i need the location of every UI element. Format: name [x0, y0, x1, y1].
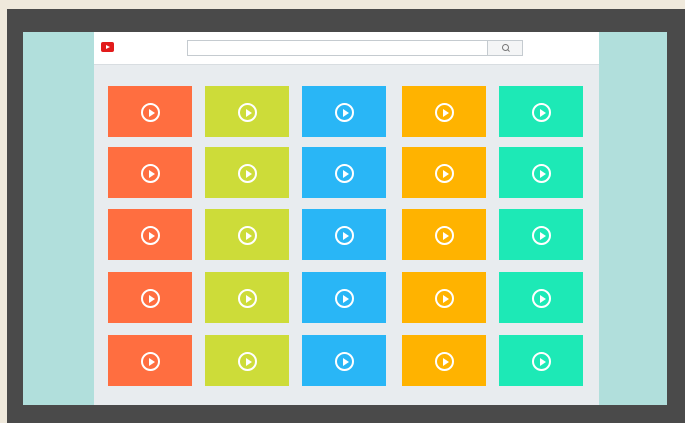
video-thumbnail[interactable]: [205, 209, 289, 260]
video-thumbnail[interactable]: [302, 86, 386, 137]
play-icon: [238, 226, 257, 245]
video-thumbnail[interactable]: [402, 209, 486, 260]
video-thumbnail[interactable]: [108, 272, 192, 323]
video-thumbnail[interactable]: [108, 209, 192, 260]
play-icon: [238, 103, 257, 122]
video-thumbnail[interactable]: [499, 335, 583, 386]
video-thumbnail[interactable]: [302, 147, 386, 198]
video-thumbnail[interactable]: [302, 272, 386, 323]
play-icon: [238, 164, 257, 183]
play-icon: [335, 164, 354, 183]
video-thumbnail[interactable]: [302, 335, 386, 386]
play-icon: [435, 103, 454, 122]
video-thumbnail[interactable]: [402, 147, 486, 198]
video-thumbnail[interactable]: [108, 335, 192, 386]
search-input[interactable]: [187, 40, 488, 56]
video-thumbnail[interactable]: [205, 272, 289, 323]
play-icon: [435, 164, 454, 183]
video-thumbnail[interactable]: [302, 209, 386, 260]
video-thumbnail[interactable]: [402, 86, 486, 137]
search-icon: [502, 44, 509, 51]
search-button[interactable]: [488, 40, 523, 56]
video-thumbnail[interactable]: [205, 335, 289, 386]
video-thumbnail[interactable]: [499, 147, 583, 198]
play-icon: [435, 226, 454, 245]
play-icon: [532, 352, 551, 371]
play-icon: [238, 289, 257, 308]
play-icon: [532, 226, 551, 245]
play-icon: [141, 352, 160, 371]
video-thumbnail[interactable]: [402, 272, 486, 323]
video-thumbnail[interactable]: [108, 147, 192, 198]
video-thumbnail[interactable]: [499, 209, 583, 260]
play-icon: [532, 289, 551, 308]
video-thumbnail[interactable]: [499, 86, 583, 137]
play-icon: [435, 352, 454, 371]
play-icon: [141, 226, 160, 245]
play-icon: [532, 103, 551, 122]
play-icon: [335, 226, 354, 245]
video-platform-logo-icon[interactable]: [101, 42, 114, 52]
video-site-header: [94, 32, 599, 65]
play-icon: [335, 103, 354, 122]
video-thumbnail[interactable]: [402, 335, 486, 386]
play-icon: [532, 164, 551, 183]
video-thumbnail[interactable]: [205, 86, 289, 137]
play-icon: [335, 352, 354, 371]
play-icon: [238, 352, 257, 371]
video-thumbnail[interactable]: [108, 86, 192, 137]
video-thumbnail[interactable]: [205, 147, 289, 198]
play-icon: [335, 289, 354, 308]
play-icon: [435, 289, 454, 308]
video-thumbnail[interactable]: [499, 272, 583, 323]
play-icon: [141, 164, 160, 183]
browser-window: [94, 32, 599, 405]
play-icon: [141, 289, 160, 308]
play-icon: [141, 103, 160, 122]
